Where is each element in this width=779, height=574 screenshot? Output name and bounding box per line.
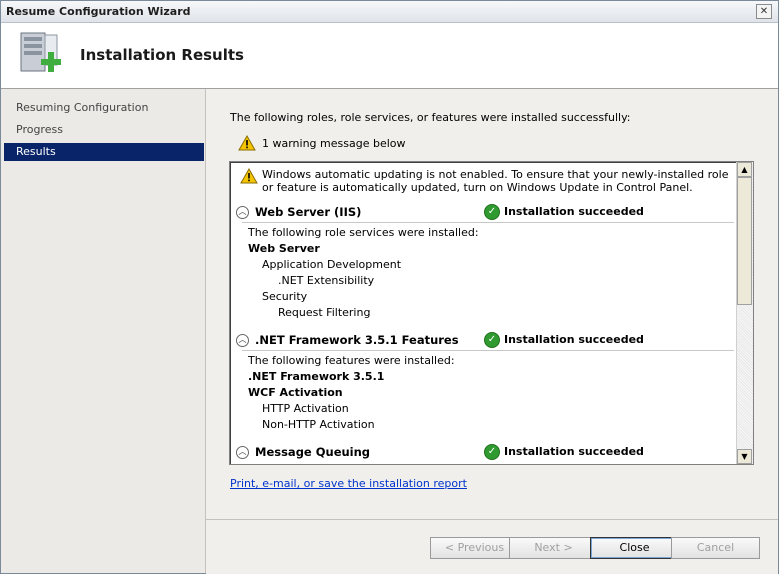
warning-icon [240,168,258,184]
status-label: Installation succeeded [504,333,644,346]
detail-line: The following role services were install… [248,226,479,239]
detail-line: .NET Framework 3.5.1 [248,370,385,383]
detail-line: HTTP Activation [262,402,349,415]
wizard-steps-sidebar: Resuming Configuration Progress Results [1,89,206,573]
check-icon: ✓ [484,204,500,220]
close-window-button[interactable]: ✕ [756,4,772,19]
section-name: .NET Framework 3.5.1 Features [255,333,459,347]
cancel-button[interactable]: Cancel [671,537,760,559]
page-title: Installation Results [80,46,244,64]
update-warning-text: Windows automatic updating is not enable… [262,168,729,194]
status-label: Installation succeeded [504,445,644,458]
divider [242,222,734,223]
step-results: Results [4,143,204,161]
divider [242,350,734,351]
wizard-header: Installation Results [1,23,778,89]
scroll-thumb[interactable] [737,177,752,305]
status-label: Installation succeeded [504,205,644,218]
scroll-down-button[interactable]: ▼ [737,449,752,464]
section-dotnet-framework: ︿ .NET Framework 3.5.1 Features ✓ Instal… [236,332,736,350]
results-content: Windows automatic updating is not enable… [230,162,736,464]
wizard-footer: < Previous Next > Close Cancel [206,519,778,574]
collapse-icon[interactable]: ︿ [236,446,249,459]
collapse-icon[interactable]: ︿ [236,334,249,347]
detail-line: Request Filtering [278,306,371,319]
vertical-scrollbar[interactable]: ▲ ▼ [736,162,753,464]
step-resuming-configuration: Resuming Configuration [16,101,149,114]
section-name: Message Queuing [255,445,371,459]
detail-line: WCF Activation [248,386,343,399]
section-message-queuing: ︿ Message Queuing ✓ Installation succeed… [236,444,736,462]
results-list[interactable]: Windows automatic updating is not enable… [229,161,754,465]
intro-text: The following roles, role services, or f… [230,111,631,124]
step-progress: Progress [16,123,63,136]
detail-line: The following features were installed: [248,354,455,367]
installation-report-link[interactable]: Print, e-mail, or save the installation … [230,477,467,490]
detail-line: .NET Extensibility [278,274,375,287]
scroll-up-button[interactable]: ▲ [737,162,752,177]
section-web-server: ︿ Web Server (IIS) ✓ Installation succee… [236,204,736,222]
warning-summary-text: 1 warning message below [262,137,406,150]
detail-line: Web Server [248,242,320,255]
server-add-icon [20,32,61,72]
previous-button[interactable]: < Previous [430,537,519,559]
close-button[interactable]: Close [590,537,679,559]
detail-line: Non-HTTP Activation [262,418,375,431]
check-icon: ✓ [484,444,500,460]
results-panel: The following roles, role services, or f… [206,89,778,519]
detail-line: Security [262,290,308,303]
next-button[interactable]: Next > [509,537,598,559]
warning-icon [238,135,256,151]
window-title: Resume Configuration Wizard [6,5,191,18]
title-bar: Resume Configuration Wizard ✕ [1,1,778,23]
detail-line: Application Development [262,258,402,271]
section-name: Web Server (IIS) [255,205,362,219]
check-icon: ✓ [484,332,500,348]
collapse-icon[interactable]: ︿ [236,206,249,219]
wizard-window: Resume Configuration Wizard ✕ Installati… [0,0,779,574]
